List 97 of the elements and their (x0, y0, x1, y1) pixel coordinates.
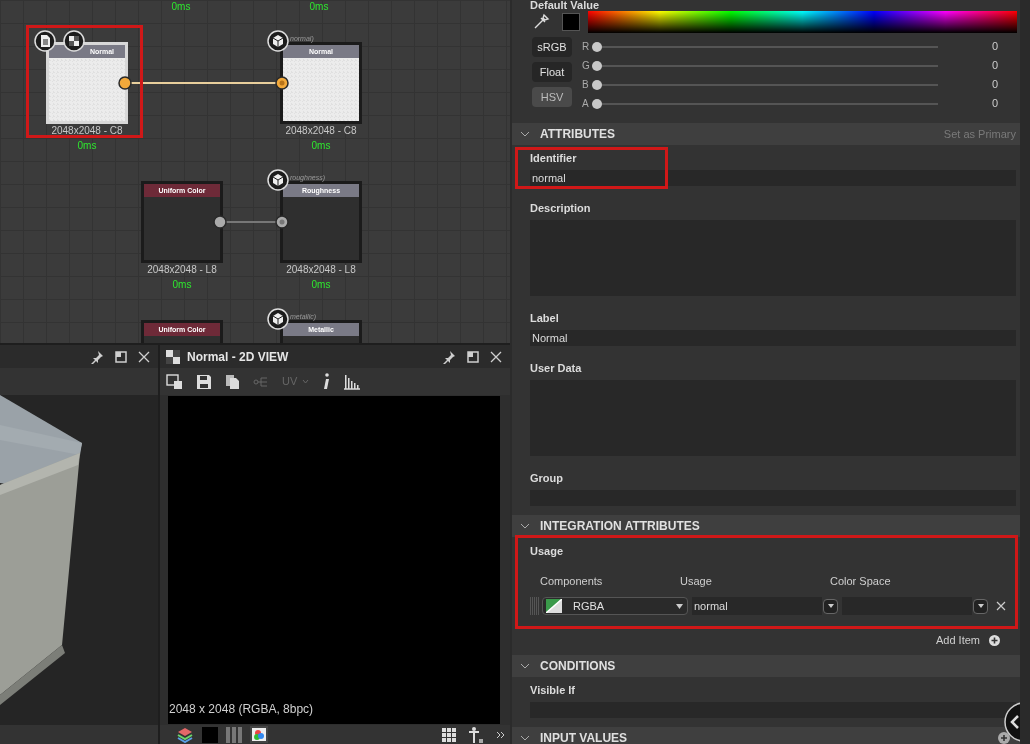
figure-icon[interactable] (468, 726, 484, 743)
input-port[interactable] (275, 215, 289, 229)
panel-title: Normal - 2D VIEW (187, 348, 289, 366)
section-title: INTEGRATION ATTRIBUTES (540, 518, 700, 535)
column-header: Usage (680, 575, 713, 588)
node-size-label: 2048x2048 - L8 (146, 264, 218, 276)
text-field[interactable]: normal (530, 170, 1016, 186)
channel-value: 0 (991, 96, 998, 112)
close-icon[interactable] (996, 601, 1006, 611)
restore-icon[interactable] (467, 350, 479, 363)
section-title: CONDITIONS (540, 657, 616, 675)
chevron-down-icon[interactable] (520, 661, 530, 670)
caret-icon (827, 604, 834, 608)
checker-icon[interactable] (63, 30, 85, 52)
color-space-dropdown-button[interactable] (973, 598, 988, 614)
output-port[interactable] (213, 215, 227, 229)
caret-icon (977, 604, 984, 608)
cube-icon[interactable] (267, 30, 289, 52)
field-label: Label (530, 312, 560, 325)
text-field[interactable] (530, 701, 1016, 718)
node-time: 0ms (76, 140, 98, 152)
color-swatch[interactable] (202, 726, 218, 743)
color-channels-icon[interactable] (250, 726, 268, 743)
chevron-down-icon[interactable] (520, 733, 530, 742)
caret-icon (302, 379, 310, 384)
node-time: 0ms (170, 1, 192, 13)
channel-value: 0 (991, 58, 998, 74)
usage-field[interactable]: normal (692, 597, 822, 615)
chevron-down-icon[interactable] (520, 130, 530, 138)
mode-button[interactable]: sRGB (532, 37, 572, 57)
node-size-label: 2048x2048 - C8 (50, 125, 124, 137)
close-icon[interactable] (490, 350, 502, 363)
pin-icon[interactable] (442, 349, 456, 364)
input-port[interactable] (275, 76, 289, 90)
slider-thumb[interactable] (592, 98, 602, 109)
channel-value: 0 (991, 39, 998, 55)
field-label: Visible If (530, 683, 577, 697)
add-icon[interactable] (989, 634, 1000, 646)
screens-icon[interactable] (166, 373, 183, 390)
field-label: Identifier (530, 152, 578, 165)
node-time: 0ms (308, 1, 330, 13)
save-icon[interactable] (196, 373, 212, 390)
mode-button[interactable]: HSV (532, 87, 572, 107)
color-space-field[interactable] (842, 597, 972, 615)
channel-label: R (582, 40, 591, 54)
channel-label: G (582, 59, 591, 73)
chevron-down-icon[interactable] (520, 522, 530, 530)
cube-icon[interactable] (267, 308, 289, 330)
info-icon[interactable] (322, 373, 331, 390)
output-port[interactable] (118, 76, 132, 90)
eyedropper-icon[interactable] (532, 13, 550, 31)
mode-button[interactable]: Float (532, 62, 572, 82)
column-header: Components (539, 575, 604, 588)
color-swatch[interactable] (562, 13, 580, 31)
node-size-label: 2048x2048 - C8 (284, 125, 358, 137)
channel-value: 0 (991, 77, 998, 93)
expand-icon[interactable] (496, 729, 506, 740)
checker-icon (166, 349, 180, 364)
section-title: INPUT VALUES (540, 729, 628, 744)
share-icon (253, 374, 269, 389)
document-icon[interactable] (34, 30, 56, 52)
image-info: 2048 x 2048 (RGBA, 8bpc) (169, 701, 315, 718)
add-icon[interactable] (998, 731, 1010, 744)
field-label: Description (530, 202, 592, 215)
text-field[interactable]: Normal (530, 330, 1016, 346)
channels-icon[interactable] (226, 726, 242, 743)
slider-thumb[interactable] (592, 79, 602, 90)
channel-label: B (582, 78, 590, 92)
caret-icon (676, 603, 683, 609)
channel-label: A (582, 97, 590, 111)
node-time: 0ms (310, 279, 332, 291)
field-label: Usage (530, 545, 565, 558)
image-view[interactable]: 2048 x 2048 (RGBA, 8bpc) (168, 396, 500, 724)
components-dropdown[interactable]: RGBA (542, 597, 688, 615)
node-size-label: 2048x2048 - L8 (285, 264, 357, 276)
cube-icon[interactable] (267, 169, 289, 191)
slider-thumb[interactable] (592, 41, 602, 52)
restore-icon[interactable] (115, 350, 127, 363)
field-label: User Data (530, 362, 583, 375)
usage-dropdown-button[interactable] (823, 598, 838, 614)
slider-thumb[interactable] (592, 60, 602, 71)
pin-icon[interactable] (90, 349, 104, 364)
histogram-icon[interactable] (343, 373, 361, 390)
rgba-icon (546, 599, 562, 613)
field-label: Group (530, 472, 564, 485)
layers-icon[interactable] (176, 726, 194, 743)
drag-handle[interactable] (530, 597, 539, 615)
grid-icon[interactable] (442, 727, 456, 742)
field-label: Default Value (529, 0, 601, 10)
node-time: 0ms (171, 279, 193, 291)
copy-icon[interactable] (225, 373, 240, 390)
close-icon[interactable] (138, 350, 150, 363)
add-item-link[interactable]: Add Item (935, 632, 980, 649)
hue-spectrum[interactable] (588, 11, 1017, 33)
section-title: ATTRIBUTES (540, 126, 616, 143)
column-header: Color Space (830, 575, 892, 588)
node-time: 0ms (310, 140, 332, 152)
